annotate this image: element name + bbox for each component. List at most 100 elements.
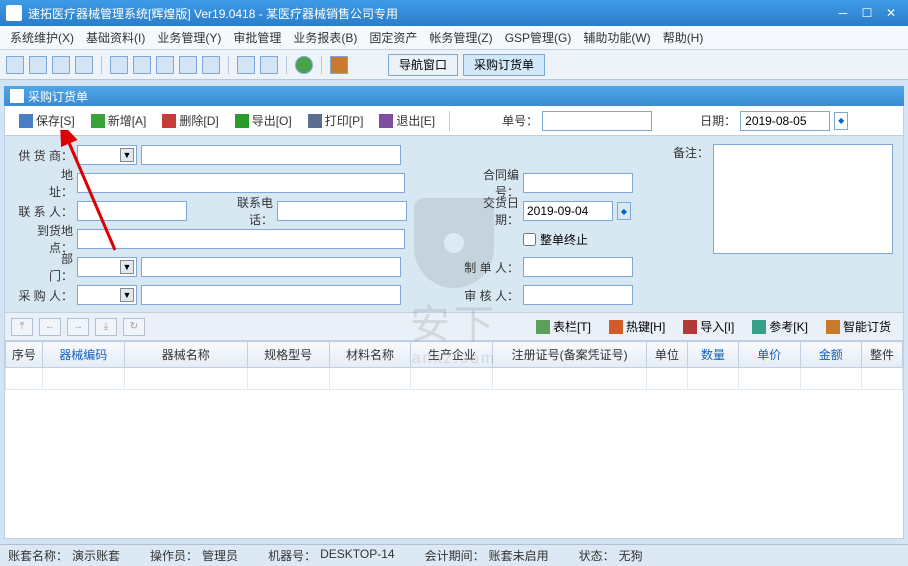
table-icon (536, 320, 550, 334)
table-cols-button[interactable]: 表栏[T] (530, 316, 597, 337)
menu-gsp[interactable]: GSP管理(G) (499, 27, 578, 48)
toolbar-icon-1[interactable] (6, 56, 24, 74)
nav-window-button[interactable]: 导航窗口 (388, 54, 458, 76)
purchase-order-button[interactable]: 采购订货单 (463, 54, 545, 76)
delivery-date-input[interactable] (523, 201, 613, 221)
col-manufacturer[interactable]: 生产企业 (411, 342, 493, 368)
operator-value: 管理员 (202, 547, 238, 564)
menu-approve[interactable]: 审批管理 (227, 27, 287, 48)
dept-dropdown[interactable]: ▼ (77, 257, 137, 277)
col-unit[interactable]: 单位 (646, 342, 687, 368)
dept-name-input[interactable] (141, 257, 401, 277)
phone-input[interactable] (277, 201, 407, 221)
col-quantity[interactable]: 数量 (687, 342, 738, 368)
menu-help[interactable]: 帮助(H) (657, 27, 710, 48)
toolbar-icon-7[interactable] (156, 56, 174, 74)
menu-basedata[interactable]: 基础资料(I) (80, 27, 151, 48)
reference-icon (752, 320, 766, 334)
export-icon (235, 114, 249, 128)
supplier-dropdown[interactable]: ▼ (77, 145, 137, 165)
toolbar-separator (321, 56, 322, 74)
contract-input[interactable] (523, 173, 633, 193)
data-grid[interactable]: 序号 器械编码 器械名称 规格型号 材料名称 生产企业 注册证号(备案凭证号) … (4, 341, 904, 539)
rec-first-button[interactable]: ⤒ (11, 318, 33, 336)
menu-business[interactable]: 业务管理(Y) (151, 27, 227, 48)
rec-next-button[interactable]: → (67, 318, 89, 336)
col-pack[interactable]: 整件 (861, 342, 902, 368)
toolbar-icon-3[interactable] (52, 56, 70, 74)
col-price[interactable]: 单价 (739, 342, 800, 368)
toolbar-icon-help[interactable] (295, 56, 313, 74)
print-label: 打印[P] (325, 112, 364, 129)
supplier-name-input[interactable] (141, 145, 401, 165)
toolbar-icon-11[interactable] (260, 56, 278, 74)
toolbar-icon-4[interactable] (75, 56, 93, 74)
state-value: 无狗 (619, 547, 643, 564)
menu-accounts[interactable]: 帐务管理(Z) (423, 27, 498, 48)
checker-input[interactable] (523, 285, 633, 305)
exit-button[interactable]: 退出[E] (373, 110, 441, 131)
delivery-date-picker-button[interactable]: ◆ (617, 202, 631, 220)
toolbar-icon-6[interactable] (133, 56, 151, 74)
buyer-name-input[interactable] (141, 285, 401, 305)
minimize-button[interactable]: ─ (832, 4, 854, 22)
maximize-button[interactable]: ☐ (856, 4, 878, 22)
toolbar-separator (228, 56, 229, 74)
menu-reports[interactable]: 业务报表(B) (287, 27, 363, 48)
app-title: 速拓医疗器械管理系统[辉煌版] Ver19.0418 - 某医疗器械销售公司专用 (28, 5, 832, 22)
add-button[interactable]: 新增[A] (85, 110, 153, 131)
rec-prev-button[interactable]: ← (39, 318, 61, 336)
col-spec[interactable]: 规格型号 (247, 342, 329, 368)
smart-order-button[interactable]: 智能订货 (820, 316, 897, 337)
dropdown-arrow-icon: ▼ (120, 288, 134, 302)
toolbar-icon-2[interactable] (29, 56, 47, 74)
date-input[interactable] (740, 111, 830, 131)
rec-last-button[interactable]: ⤓ (95, 318, 117, 336)
dropdown-arrow-icon: ▼ (120, 260, 134, 274)
buyer-dropdown[interactable]: ▼ (77, 285, 137, 305)
menu-system[interactable]: 系统维护(X) (4, 27, 80, 48)
col-amount[interactable]: 金额 (800, 342, 861, 368)
rec-action-button[interactable]: ↻ (123, 318, 145, 336)
grid-row[interactable] (6, 368, 903, 390)
import-button[interactable]: 导入[I] (677, 316, 740, 337)
toolbar-icon-5[interactable] (110, 56, 128, 74)
date-picker-button[interactable]: ◆ (834, 112, 848, 130)
reference-label: 参考[K] (769, 318, 808, 335)
hotkey-icon (609, 320, 623, 334)
operator-label: 操作员： (150, 547, 198, 564)
col-device-code[interactable]: 器械编码 (42, 342, 124, 368)
table-cols-label: 表栏[T] (553, 318, 591, 335)
toolbar-icon-10[interactable] (237, 56, 255, 74)
toolbar-icon-8[interactable] (179, 56, 197, 74)
order-no-input[interactable] (542, 111, 652, 131)
toolbar-icon-logout[interactable] (330, 56, 348, 74)
toolbar-icon-9[interactable] (202, 56, 220, 74)
arrival-input[interactable] (77, 229, 405, 249)
address-label: 地 址： (15, 166, 73, 200)
col-seq[interactable]: 序号 (6, 342, 43, 368)
export-button[interactable]: 导出[O] (229, 110, 298, 131)
maker-input[interactable] (523, 257, 633, 277)
contact-input[interactable] (77, 201, 187, 221)
delete-button[interactable]: 删除[D] (156, 110, 224, 131)
col-material[interactable]: 材料名称 (329, 342, 411, 368)
save-button[interactable]: 保存[S] (13, 110, 81, 131)
notes-textarea[interactable] (713, 144, 893, 254)
separator (449, 111, 450, 131)
app-icon (6, 5, 22, 21)
order-no-label: 单号： (502, 112, 538, 129)
hotkey-button[interactable]: 热键[H] (603, 316, 671, 337)
terminate-checkbox[interactable] (523, 233, 536, 246)
exit-label: 退出[E] (396, 112, 435, 129)
save-icon (19, 114, 33, 128)
dropdown-arrow-icon: ▼ (120, 148, 134, 162)
col-reg-no[interactable]: 注册证号(备案凭证号) (493, 342, 647, 368)
menu-assets[interactable]: 固定资产 (363, 27, 423, 48)
close-button[interactable]: ✕ (880, 4, 902, 22)
col-device-name[interactable]: 器械名称 (124, 342, 247, 368)
print-button[interactable]: 打印[P] (302, 110, 370, 131)
address-input[interactable] (77, 173, 405, 193)
reference-button[interactable]: 参考[K] (746, 316, 814, 337)
menu-aux[interactable]: 辅助功能(W) (577, 27, 656, 48)
